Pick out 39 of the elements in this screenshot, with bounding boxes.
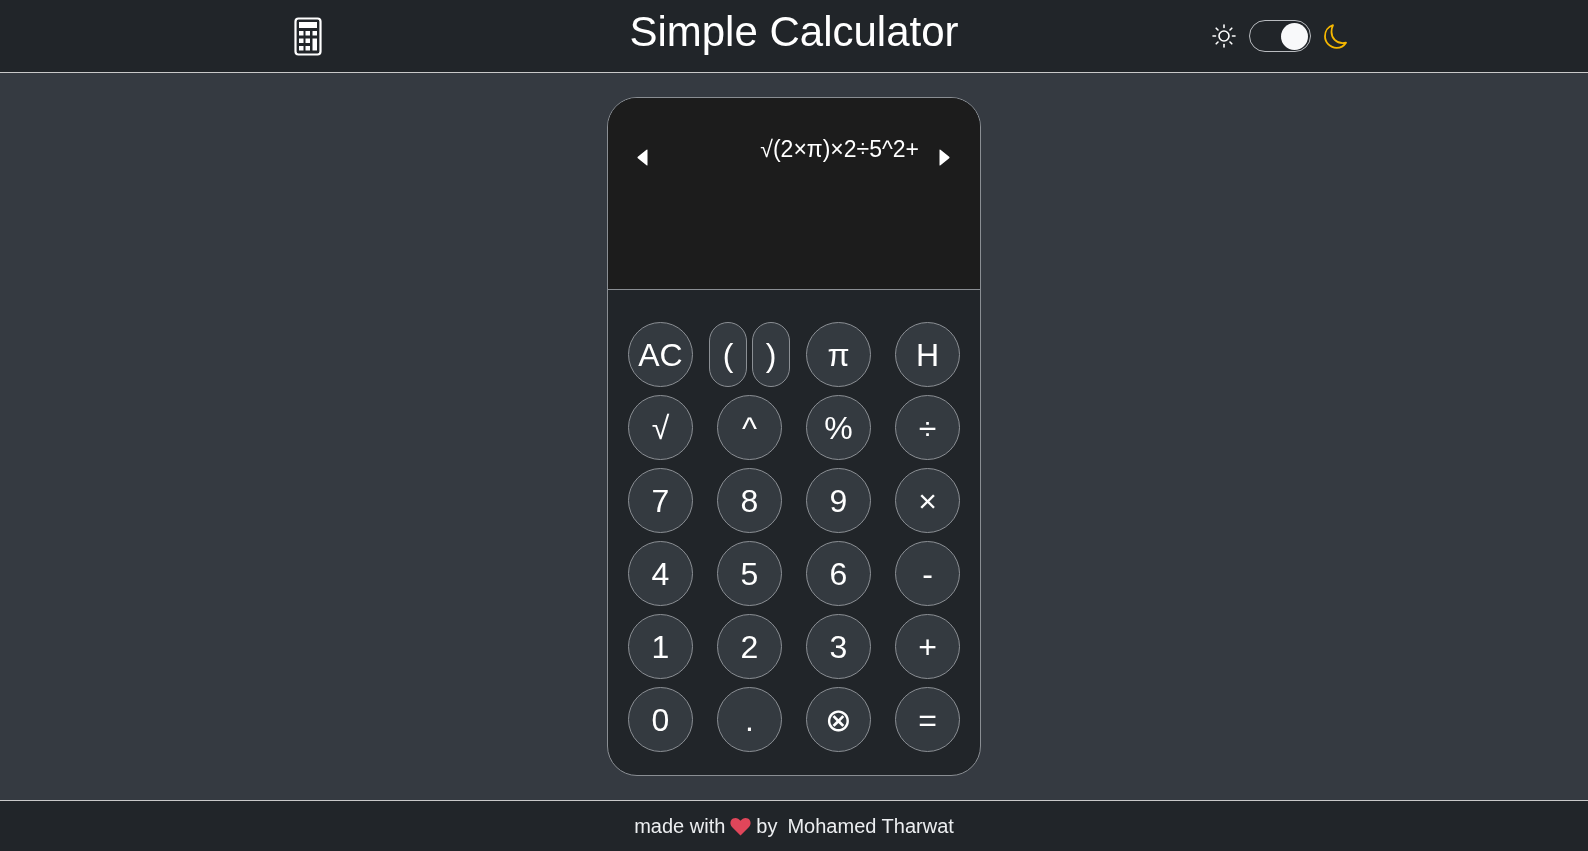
calculator-key[interactable]: AC [628, 322, 693, 387]
calculator-key[interactable]: . [717, 687, 782, 752]
calculator-key[interactable]: ^ [717, 395, 782, 460]
calculator-key[interactable]: ÷ [895, 395, 960, 460]
calculator-key[interactable]: 7 [628, 468, 693, 533]
calculator-key[interactable]: √ [628, 395, 693, 460]
calculator-key[interactable]: × [895, 468, 960, 533]
sun-icon [1212, 24, 1236, 48]
calculator-key[interactable]: 2 [717, 614, 782, 679]
caret-right-icon [939, 149, 950, 166]
heart-icon [730, 816, 752, 836]
scroll-left-button[interactable] [637, 149, 648, 166]
made-with-text: made with [634, 814, 726, 838]
calculator-key[interactable]: H [895, 322, 960, 387]
expression-text: √(2×π)×2÷5^2+ [759, 136, 919, 162]
calculator-key[interactable]: 9 [806, 468, 871, 533]
calculator-key[interactable]: 4 [628, 541, 693, 606]
calculator-key[interactable]: π [806, 322, 871, 387]
calculator-key[interactable]: + [895, 614, 960, 679]
calculator-key[interactable]: ) [752, 322, 790, 387]
scroll-right-button[interactable] [939, 149, 950, 166]
app-title: Simple Calculator [629, 8, 959, 57]
calculator-key[interactable]: - [895, 541, 960, 606]
calculator-key[interactable]: 1 [628, 614, 693, 679]
calculator-key[interactable]: 5 [717, 541, 782, 606]
caret-left-icon [637, 149, 648, 166]
calculator-icon [294, 16, 322, 56]
calculator-key[interactable]: 8 [717, 468, 782, 533]
moon-icon [1324, 23, 1347, 49]
by-text: by [756, 814, 778, 838]
calculator-key[interactable]: ⊗ [806, 687, 871, 752]
calculator-key[interactable]: 6 [806, 541, 871, 606]
author-link[interactable]: Mohamed Tharwat [787, 814, 954, 838]
calculator-key[interactable]: = [895, 687, 960, 752]
calculator-key[interactable]: 0 [628, 687, 693, 752]
calculator-key[interactable]: ( [709, 322, 747, 387]
calculator-key[interactable]: % [806, 395, 871, 460]
theme-toggle-switch[interactable] [1249, 20, 1311, 52]
calculator-key[interactable]: 3 [806, 614, 871, 679]
